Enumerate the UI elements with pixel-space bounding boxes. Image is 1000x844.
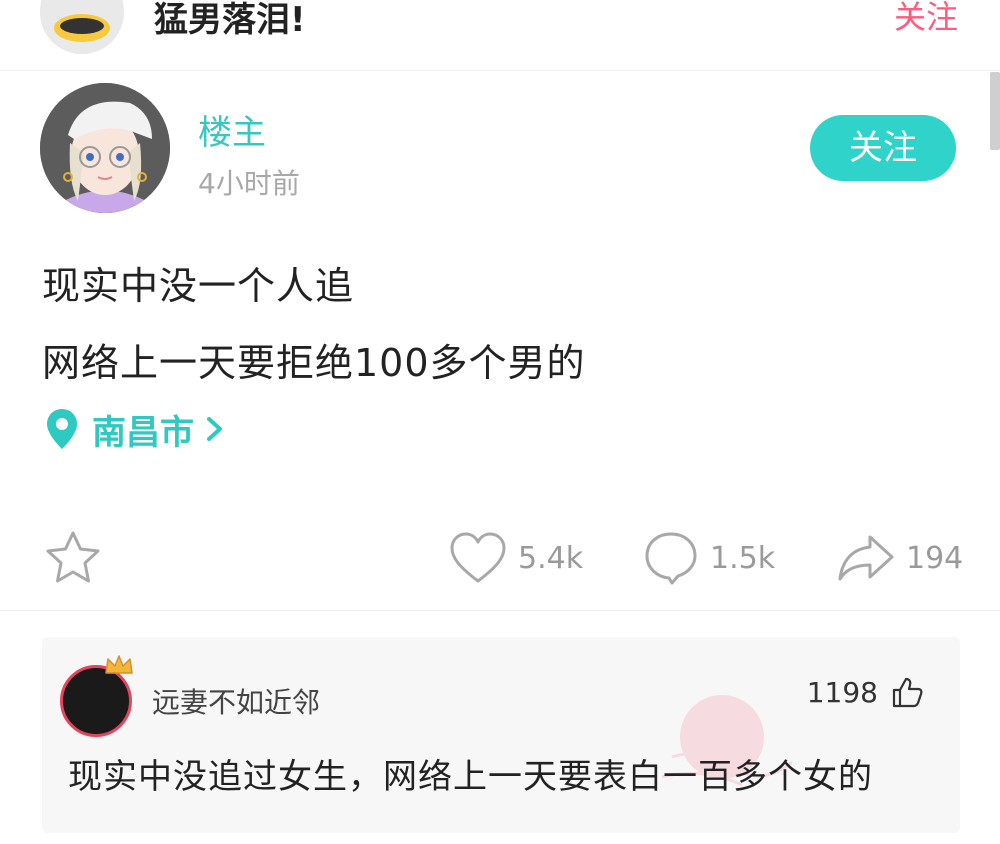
hot-comment-card[interactable]: 远妻不如近邻 1198 现实中没追过女生，网络上一天要表白一百多个女的	[42, 637, 960, 833]
post-time: 4小时前	[198, 167, 300, 200]
location-pin-icon	[47, 409, 77, 449]
location-label: 南昌市	[92, 412, 194, 453]
post-content-line: 现实中没一个人追	[42, 264, 355, 308]
top-header: 猛男落泪! 关注	[0, 0, 1000, 62]
location-tag[interactable]: 南昌市	[44, 405, 226, 453]
author-name[interactable]: 楼主	[198, 105, 266, 154]
share-count: 194	[906, 540, 964, 576]
comment-like-button[interactable]: 1198	[807, 675, 924, 709]
favorite-button[interactable]	[42, 528, 104, 588]
avatar-illustration	[40, 83, 170, 213]
star-icon	[46, 531, 100, 583]
thumb-up-icon	[892, 677, 923, 708]
like-button[interactable]: 5.4k	[448, 528, 583, 588]
share-icon	[838, 535, 894, 581]
group-avatar[interactable]	[40, 0, 124, 54]
like-count: 5.4k	[518, 540, 584, 576]
author-avatar[interactable]	[40, 83, 170, 213]
commenter-name[interactable]: 远妻不如近邻	[152, 681, 320, 721]
scrollbar[interactable]	[990, 72, 1000, 150]
comment-text: 现实中没追过女生，网络上一天要表白一百多个女的	[68, 757, 873, 797]
crown-icon	[105, 655, 133, 674]
commenter-avatar[interactable]	[60, 655, 140, 739]
comment-icon	[645, 532, 697, 585]
header-follow-button[interactable]: 关注	[894, 0, 958, 38]
comment-button[interactable]: 1.5k	[642, 528, 775, 588]
post-content-line: 网络上一天要拒绝100多个男的	[42, 341, 586, 385]
duck-face-icon	[40, 0, 124, 54]
heart-icon	[450, 532, 506, 583]
share-button[interactable]: 194	[836, 528, 963, 588]
follow-button[interactable]: 关注	[810, 115, 956, 181]
comment-count: 1.5k	[710, 540, 776, 576]
chevron-right-icon	[207, 417, 222, 441]
group-title: 猛男落泪!	[154, 0, 306, 40]
comment-like-count: 1198	[806, 675, 878, 709]
